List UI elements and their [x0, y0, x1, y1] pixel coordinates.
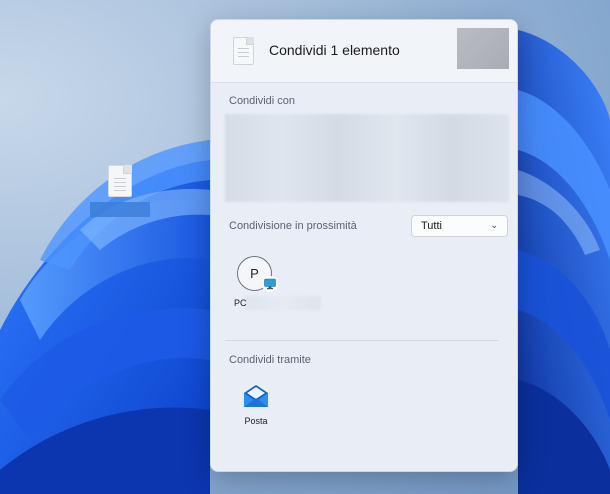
- device-name: PC: [234, 298, 247, 308]
- section-divider: [225, 340, 499, 341]
- monitor-icon: [262, 276, 278, 292]
- share-panel-header: Condividi 1 elemento: [211, 20, 517, 83]
- device-name-redacted: [245, 296, 321, 310]
- nearby-filter-value: Tutti: [421, 220, 442, 232]
- file-thumbnail: [457, 28, 509, 69]
- app-mail-label: Posta: [244, 416, 268, 426]
- share-with-label: Condividi con: [229, 95, 296, 107]
- nearby-sharing-label: Condivisione in prossimità: [229, 220, 357, 232]
- app-mail[interactable]: Posta: [237, 384, 277, 430]
- desktop-file-item[interactable]: [90, 165, 150, 217]
- nearby-device[interactable]: P PC: [233, 256, 321, 316]
- share-via-label: Condividi tramite: [229, 354, 311, 366]
- mail-icon: [244, 385, 268, 407]
- document-icon: [233, 37, 254, 65]
- share-panel: Condividi 1 elemento Condividi con Condi…: [210, 19, 518, 472]
- document-icon: [108, 165, 132, 197]
- share-title: Condividi 1 elemento: [269, 42, 400, 58]
- chevron-down-icon: ⌄: [490, 220, 498, 230]
- nearby-filter-dropdown[interactable]: Tutti ⌄: [411, 215, 508, 237]
- contacts-area[interactable]: [225, 114, 509, 202]
- desktop-file-label-selection: [90, 202, 150, 217]
